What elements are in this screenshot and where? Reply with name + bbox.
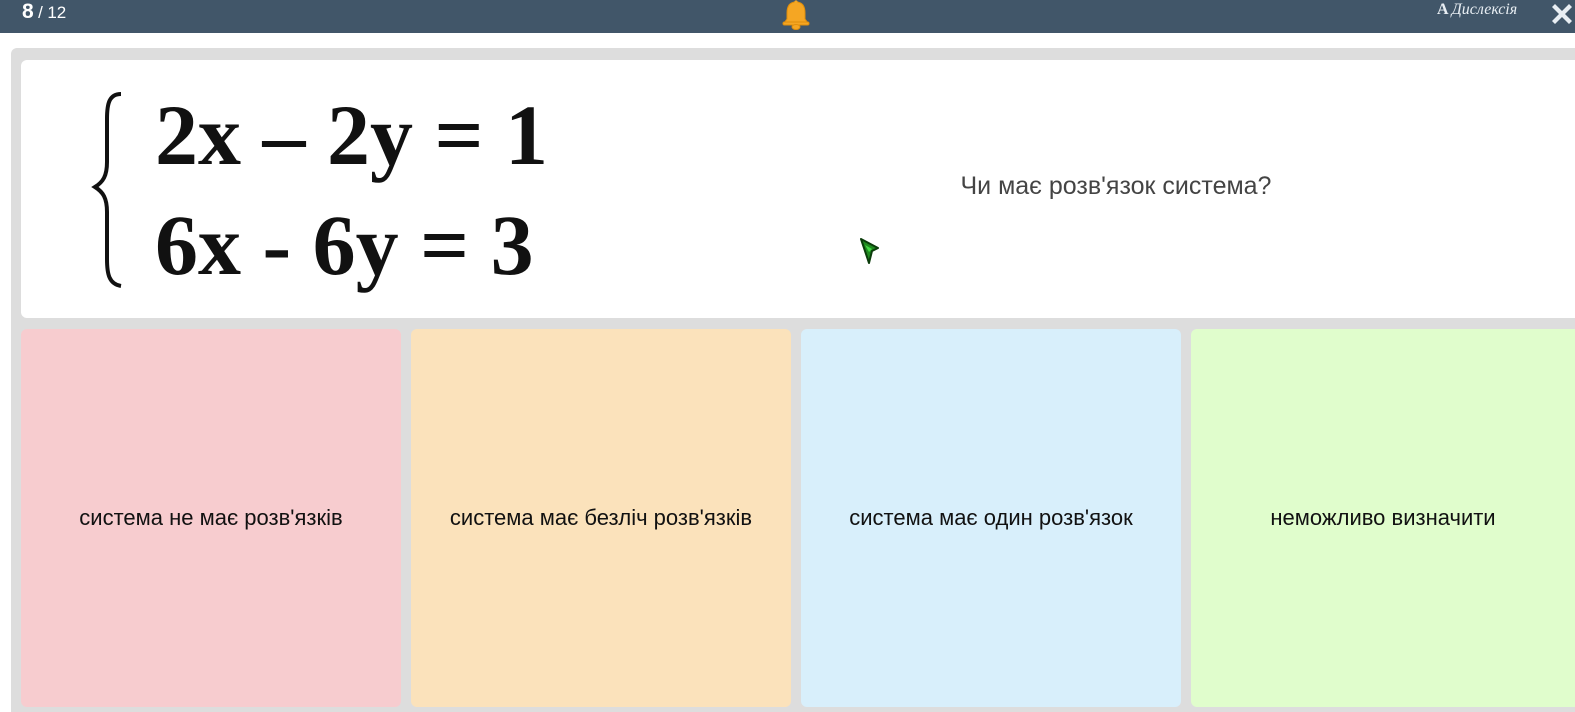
close-icon[interactable] bbox=[1549, 0, 1575, 26]
question-counter: 8 / 12 bbox=[22, 1, 66, 25]
dyslexia-toggle[interactable]: A Дислексія bbox=[1437, 1, 1517, 19]
system-brace bbox=[91, 92, 122, 288]
answer-option-4[interactable]: неможливо визначити bbox=[1191, 329, 1575, 707]
answer-option-2[interactable]: система має безліч розв'язків bbox=[411, 329, 791, 707]
equation-line-2: 6x - 6y = 3 bbox=[155, 197, 534, 293]
bell-icon[interactable] bbox=[779, 0, 813, 30]
answer-option-3[interactable]: система має один розв'язок bbox=[801, 329, 1181, 707]
question-total-number: 12 bbox=[47, 3, 67, 22]
question-counter-separator: / bbox=[38, 3, 43, 22]
answer-option-1[interactable]: система не має розв'язків bbox=[21, 329, 401, 707]
answer-option-2-label: система має безліч розв'язків bbox=[449, 505, 753, 530]
equation-line-1: 2x – 2y = 1 bbox=[155, 87, 548, 183]
question-prompt: Чи має розв'язок система? bbox=[960, 172, 1272, 200]
answer-option-3-label: система має один розв'язок bbox=[849, 505, 1133, 530]
answer-option-1-label: система не має розв'язків bbox=[79, 505, 343, 530]
dyslexia-letter: A bbox=[1437, 1, 1449, 18]
top-bar: 8 / 12 A Дислексія bbox=[0, 0, 1575, 33]
question-current-number: 8 bbox=[22, 0, 34, 23]
answer-option-4-label: неможливо визначити bbox=[1270, 505, 1496, 530]
dyslexia-label: Дислексія bbox=[1451, 1, 1518, 18]
equation-system-image: 2x – 2y = 1 6x - 6y = 3 bbox=[91, 87, 548, 293]
question-card: 2x – 2y = 1 6x - 6y = 3 Чи має розв'язок… bbox=[21, 60, 1575, 318]
pointer-cursor-icon bbox=[860, 238, 879, 264]
